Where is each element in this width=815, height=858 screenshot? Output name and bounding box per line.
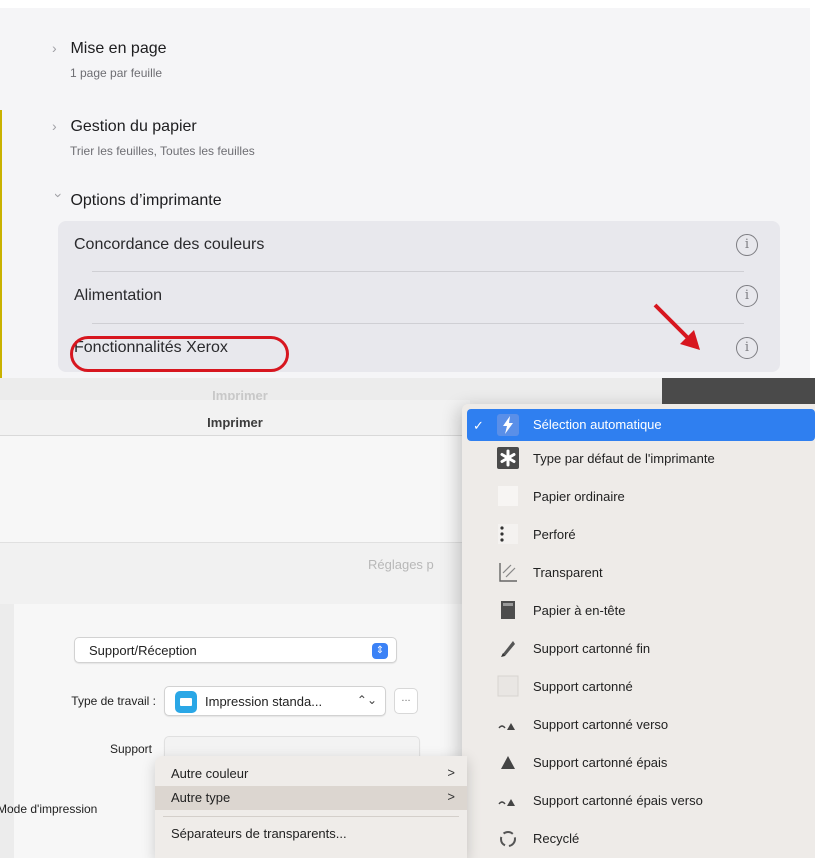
preview-area — [0, 436, 470, 542]
menu-item-plain-paper[interactable]: Papier ordinaire — [467, 479, 815, 517]
submenu-item-transparency-separators[interactable]: Séparateurs de transparents... — [155, 822, 467, 846]
menu-item-label: Support cartonné épais — [533, 755, 668, 770]
print-dialog-composite: Imprimer Imprimer Réglages p Support/Réc… — [0, 378, 815, 858]
title-bar: Imprimer — [0, 400, 470, 436]
menu-item-light-cardstock[interactable]: Support cartonné fin — [467, 631, 815, 669]
panel-select-value: Support/Réception — [89, 643, 197, 658]
more-button[interactable]: ... — [394, 688, 418, 714]
checkmark-icon: ✓ — [473, 418, 484, 433]
section-subtitle: 1 page par feuille — [70, 66, 163, 80]
menu-item-cardstock-reverse[interactable]: Support cartonné verso — [467, 707, 815, 745]
info-icon[interactable]: i — [736, 337, 758, 359]
heavy-cardstock-reverse-icon — [498, 799, 515, 806]
heavy-cardstock-icon — [501, 756, 515, 769]
punched-paper-icon — [498, 524, 518, 544]
info-icon[interactable]: i — [736, 285, 758, 307]
menu-item-label: Support cartonné épais verso — [533, 793, 703, 808]
menu-item-label: Sélection automatique — [533, 417, 662, 432]
settings-ghost-text: Réglages p — [368, 557, 434, 572]
menu-item-label: Papier ordinaire — [533, 489, 625, 504]
menu-item-auto-select[interactable]: ✓ Sélection automatique — [467, 409, 815, 441]
panel-select[interactable]: Support/Réception ⇕ — [74, 637, 397, 663]
section-layout[interactable]: › Mise en page 1 page par feuille — [52, 40, 167, 80]
blank-paper-icon — [498, 486, 518, 506]
menu-item-label: Recyclé — [533, 831, 580, 846]
background-window-strip — [662, 378, 815, 404]
asterisk-icon — [497, 447, 519, 469]
menu-item-label: Papier à en-tête — [533, 603, 626, 618]
menu-item-heavy-cardstock-reverse[interactable]: Support cartonné épais verso — [467, 783, 815, 821]
recycled-icon — [500, 831, 516, 847]
stepper-icon: ⇕ — [372, 643, 388, 659]
light-cardstock-icon — [501, 641, 515, 657]
menu-item-heavy-cardstock[interactable]: Support cartonné épais — [467, 745, 815, 783]
menu-item-transparency[interactable]: Transparent — [467, 555, 815, 593]
document-icon — [175, 691, 197, 713]
option-label: Concordance des couleurs — [74, 236, 265, 253]
section-title: Options d’imprimante — [70, 192, 222, 209]
chevron-right-icon: › — [52, 118, 57, 134]
settings-strip: Réglages p — [0, 542, 470, 604]
option-color-matching[interactable]: Concordance des couleurs i — [58, 221, 780, 271]
job-type-select[interactable]: Impression standa... ⌃⌄ — [164, 686, 386, 716]
menu-item-printer-default[interactable]: Type par défaut de l'imprimante — [467, 441, 815, 479]
print-options-panel: › Mise en page 1 page par feuille › Gest… — [0, 0, 815, 378]
print-mode-label: Mode d'impression — [0, 802, 98, 816]
media-type-menu: ✓ Sélection automatique Type par défaut … — [462, 378, 815, 858]
job-type-value: Impression standa... — [205, 694, 323, 709]
job-type-label: Type de travail : — [71, 694, 156, 708]
support-submenu: Autre couleur > Autre type > Séparateurs… — [155, 756, 467, 858]
transparency-icon — [499, 563, 517, 582]
option-label: Fonctionnalités Xerox — [70, 336, 289, 372]
menu-item-letterhead[interactable]: Papier à en-tête — [467, 593, 815, 631]
chevron-right-icon: > — [447, 789, 455, 804]
menu-item-cardstock[interactable]: Support cartonné — [467, 669, 815, 707]
submenu-divider — [163, 816, 459, 817]
submenu-item-label: Séparateurs de transparents... — [171, 826, 347, 841]
support-label: Support — [109, 742, 152, 756]
submenu-item-other-color[interactable]: Autre couleur > — [155, 762, 467, 786]
submenu-item-other-type[interactable]: Autre type > — [155, 786, 467, 810]
chevron-down-icon: › — [51, 193, 67, 198]
option-label: Alimentation — [74, 287, 163, 304]
submenu-item-label: Autre couleur — [171, 766, 249, 781]
popup-arrows-icon: ⌃⌄ — [356, 693, 377, 707]
section-paper-handling[interactable]: › Gestion du papier Trier les feuilles, … — [52, 118, 255, 158]
menu-item-label: Type par défaut de l'imprimante — [533, 451, 715, 466]
menu-item-label: Support cartonné verso — [533, 717, 669, 732]
menu-item-label: Perforé — [533, 527, 576, 542]
letterhead-icon — [501, 601, 515, 619]
menu-item-label: Support cartonné — [533, 679, 633, 694]
submenu-item-label: Autre type — [171, 790, 231, 805]
section-subtitle: Trier les feuilles, Toutes les feuilles — [70, 144, 255, 158]
info-icon[interactable]: i — [736, 234, 758, 256]
panel-left-rule — [0, 110, 2, 378]
menu-item-label: Transparent — [533, 565, 603, 580]
chevron-right-icon: > — [447, 765, 455, 780]
red-arrow-annotation — [653, 303, 700, 350]
section-title: Mise en page — [70, 40, 167, 57]
menu-item-label: Support cartonné fin — [533, 641, 651, 656]
cardstock-reverse-icon — [498, 723, 515, 730]
section-printer-options[interactable]: › Options d’imprimante — [51, 192, 222, 210]
cardstock-icon — [497, 675, 519, 697]
menu-item-recycled[interactable]: Recyclé — [467, 821, 815, 858]
menu-item-punched[interactable]: Perforé — [467, 517, 815, 555]
window-title: Imprimer — [207, 415, 263, 430]
chevron-right-icon: › — [52, 40, 57, 56]
highlight-oval — [70, 336, 289, 372]
lightning-icon — [497, 414, 519, 436]
section-title: Gestion du papier — [70, 118, 197, 135]
